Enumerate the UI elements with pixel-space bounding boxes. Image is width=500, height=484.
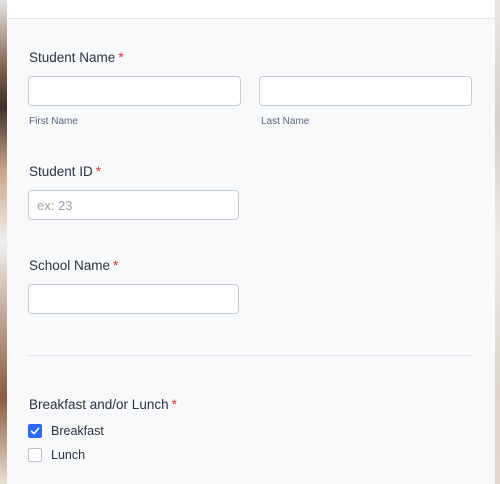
required-mark: * xyxy=(113,258,119,273)
last-name-sublabel: Last Name xyxy=(261,116,310,127)
lunch-option-label: Lunch xyxy=(51,448,86,462)
last-name-input[interactable] xyxy=(259,76,472,106)
student-id-label-text: Student ID xyxy=(29,164,93,179)
meals-label: Breakfast and/or Lunch * xyxy=(29,397,177,412)
breakfast-checkbox[interactable] xyxy=(28,424,42,438)
student-name-label-text: Student Name xyxy=(29,50,116,65)
form-header-strip xyxy=(7,0,495,19)
required-mark: * xyxy=(95,164,102,179)
checkmark-icon xyxy=(30,427,40,435)
school-name-label: School Name * xyxy=(29,258,118,273)
school-name-label-text: School Name xyxy=(29,258,111,273)
required-mark: * xyxy=(171,397,177,412)
student-name-label: Student Name * xyxy=(29,50,124,65)
lunch-option[interactable]: Lunch xyxy=(28,448,85,462)
required-mark: * xyxy=(118,50,124,65)
form-card: Student Name * First Name Last Name Stude… xyxy=(7,0,495,484)
first-name-sublabel: First Name xyxy=(29,116,78,127)
first-name-input[interactable] xyxy=(28,76,241,106)
meals-label-text: Breakfast and/or Lunch xyxy=(29,397,169,412)
breakfast-option-label: Breakfast xyxy=(51,424,104,438)
background-photo-right-edge xyxy=(495,0,500,484)
lunch-checkbox[interactable] xyxy=(28,448,42,462)
background-photo-left-edge xyxy=(0,0,7,484)
section-divider xyxy=(28,355,473,356)
school-name-input[interactable] xyxy=(28,284,239,314)
student-id-label: Student ID * xyxy=(29,164,101,179)
breakfast-option[interactable]: Breakfast xyxy=(28,424,104,438)
student-id-input[interactable] xyxy=(28,190,239,220)
